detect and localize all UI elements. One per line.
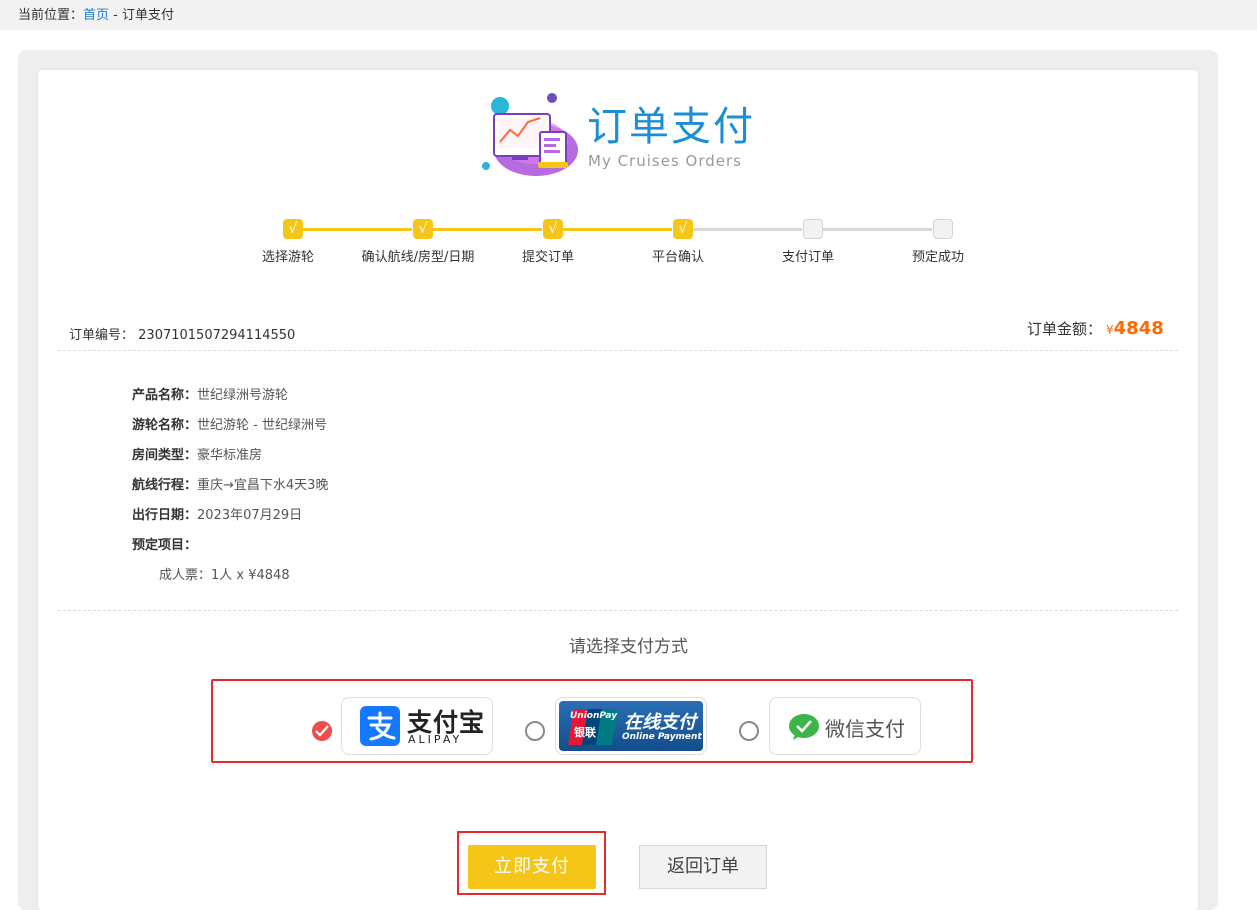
breadcrumb-home-link[interactable]: 首页	[83, 8, 109, 23]
detail-key: 航线行程：	[132, 478, 198, 493]
pay-now-button[interactable]: 立即支付	[468, 845, 596, 889]
detail-row-date: 出行日期：2023年07月29日	[132, 504, 302, 523]
wechat-icon	[789, 714, 819, 740]
detail-key: 房间类型：	[132, 448, 198, 463]
detail-key: 出行日期：	[132, 508, 198, 523]
step-connector	[433, 228, 542, 231]
page-subtitle: My Cruises Orders	[588, 152, 742, 170]
detail-key: 产品名称：	[132, 388, 198, 403]
detail-value: 世纪绿洲号游轮	[197, 388, 289, 403]
wechat-name: 微信支付	[825, 717, 905, 741]
alipay-option[interactable]: 支付宝 ALIPAY	[341, 697, 493, 755]
detail-value: 世纪游轮 - 世纪绿洲号	[197, 418, 327, 433]
step-pending-box	[803, 219, 823, 239]
ticket-line: 成人票：1人 x ¥4848	[159, 568, 290, 583]
checkmark-icon	[315, 725, 329, 737]
step-check-icon: √	[543, 219, 563, 239]
order-number-label: 订单编号：	[69, 328, 135, 343]
detail-row-items: 预定项目：	[132, 534, 197, 553]
step-check-icon: √	[283, 219, 303, 239]
detail-row-room: 房间类型：豪华标准房	[132, 444, 262, 463]
detail-row-route: 航线行程：重庆→宜昌下水4天3晚	[132, 474, 328, 493]
order-number: 订单编号： 2307101507294114550	[69, 324, 295, 343]
breadcrumb-prefix: 当前位置：	[18, 8, 84, 23]
unionpay-radio[interactable]	[525, 721, 545, 741]
order-payment-logo-icon	[482, 93, 578, 176]
step-connector	[303, 228, 412, 231]
breadcrumb-bar: 当前位置：首页 - 订单支付	[0, 0, 1257, 30]
unionpay-option[interactable]: UnionPay 银联 在线支付 Online Payment	[555, 697, 707, 755]
order-amount-label: 订单金额：	[1027, 320, 1103, 338]
step-label-booking-success: 预定成功	[911, 250, 964, 265]
back-to-order-button[interactable]: 返回订单	[639, 845, 767, 889]
detail-value: 重庆→宜昌下水4天3晚	[197, 478, 329, 493]
order-amount-value: 4848	[1113, 318, 1164, 339]
divider	[58, 610, 1178, 611]
detail-value: 2023年07月29日	[197, 508, 303, 523]
divider	[58, 350, 1178, 351]
detail-value: 豪华标准房	[197, 448, 263, 463]
currency-symbol: ¥	[1106, 323, 1114, 337]
step-check-icon: √	[413, 219, 433, 239]
step-connector	[823, 228, 932, 231]
detail-key: 游轮名称：	[132, 418, 198, 433]
unionpay-brand: UnionPay	[570, 711, 618, 721]
step-connector	[563, 228, 672, 231]
alipay-name-en: ALIPAY	[408, 733, 463, 746]
order-number-value: 2307101507294114550	[138, 328, 296, 343]
wechat-radio[interactable]	[739, 721, 759, 741]
step-pending-box	[933, 219, 953, 239]
unionpay-brand-cn: 银联	[574, 726, 596, 739]
step-connector	[693, 228, 802, 231]
page-title: 订单支付	[587, 104, 755, 150]
breadcrumb-separator: -	[109, 8, 122, 23]
breadcrumb: 当前位置：首页 - 订单支付	[18, 0, 174, 31]
detail-row-product: 产品名称：世纪绿洲号游轮	[132, 384, 288, 403]
unionpay-name-en: Online Payment	[622, 732, 702, 742]
breadcrumb-current: 订单支付	[122, 8, 175, 23]
order-amount: 订单金额： ¥4848	[1027, 318, 1164, 339]
step-check-icon: √	[673, 219, 693, 239]
detail-key: 预定项目：	[132, 538, 198, 553]
wechat-option[interactable]: 微信支付	[769, 697, 921, 755]
payment-method-prompt: 请选择支付方式	[569, 637, 688, 657]
unionpay-name: 在线支付	[624, 712, 696, 733]
alipay-radio[interactable]	[312, 721, 332, 741]
detail-row-ship: 游轮名称：世纪游轮 - 世纪绿洲号	[132, 414, 327, 433]
alipay-icon	[360, 706, 400, 746]
